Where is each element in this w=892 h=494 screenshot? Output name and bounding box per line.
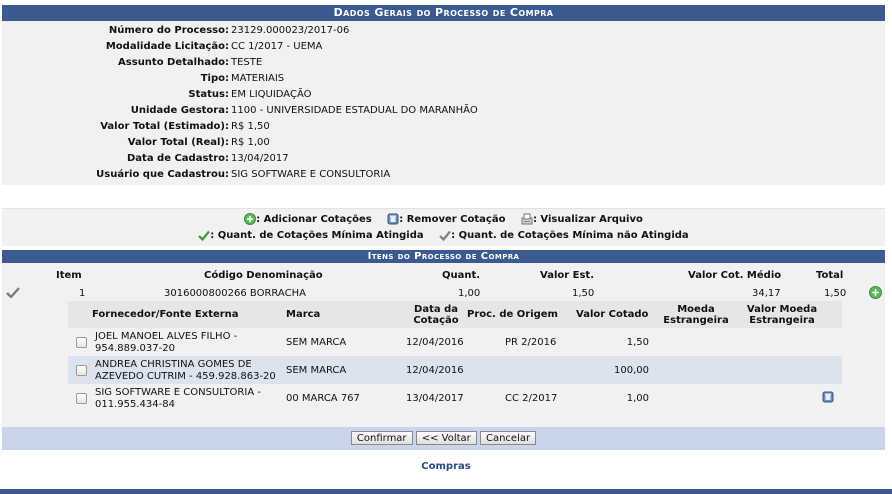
field-modalidade: Modalidade Licitação: CC 1/2017 - UEMA <box>105 41 323 52</box>
col-marca: Marca <box>286 309 321 320</box>
table-row: JOEL MANOEL ALVES FILHO - 954.889.037-20… <box>68 328 842 356</box>
legend-visualizar: : Visualizar Arquivo <box>521 212 643 228</box>
field-status: Status: EM LIQUIDAÇÃO <box>188 89 312 100</box>
col-item: Item <box>56 270 82 281</box>
dados-gerais-panel: Dados Gerais do Processo de Compra Númer… <box>2 5 885 185</box>
item-valor-est: 1,50 <box>572 288 595 299</box>
legend-panel: : Adicionar Cotações : Remover Cotação :… <box>2 208 885 246</box>
marca-cell: SEM MARCA <box>286 337 347 348</box>
col-valor-moeda: Valor Moeda Estrangeira <box>746 304 818 326</box>
table-row: ANDREA CHRISTINA GOMES DE AZEVEDO CUTRIM… <box>68 356 842 384</box>
data-cell: 12/04/2016 <box>406 365 464 376</box>
cotacoes-header: Fornecedor/Fonte Externa Marca Data da C… <box>68 301 842 328</box>
dados-gerais-title: Dados Gerais do Processo de Compra <box>2 5 885 21</box>
col-moeda: Moeda Estrangeira <box>663 304 729 326</box>
field-data-cadastro: Data de Cadastro: 13/04/2017 <box>126 153 289 164</box>
proc-cell: PR 2/2016 <box>505 337 557 348</box>
itens-panel: Itens do Processo de Compra Item Código … <box>2 250 885 450</box>
check-green-icon <box>198 230 211 241</box>
legend-minima-atingida: : Quant. de Cotações Mínima Atingida <box>198 228 424 244</box>
item-quant: 1,00 <box>458 288 481 299</box>
valor-cell: 1,50 <box>626 337 649 348</box>
marca-cell: 00 MARCA 767 <box>286 393 360 404</box>
select-checkbox[interactable] <box>76 365 87 376</box>
proc-cell: CC 2/2017 <box>505 393 558 404</box>
item-codigo: 3016000800266 BORRACHA <box>164 288 306 299</box>
field-unidade-gestora: Unidade Gestora: 1100 - UNIVERSIDADE ESTA… <box>130 105 478 116</box>
field-assunto: Assunto Detalhado: TESTE <box>118 57 263 68</box>
col-fornecedor: Fornecedor/Fonte Externa <box>92 309 239 320</box>
item-valor-cot-medio: 34,17 <box>752 288 781 299</box>
itens-title: Itens do Processo de Compra <box>2 250 885 263</box>
select-checkbox[interactable] <box>76 393 87 404</box>
col-total: Total <box>816 270 844 281</box>
fornecedor-cell: SIG SOFTWARE E CONSULTORIA - 011.955.434… <box>95 387 261 410</box>
add-cotacao-icon[interactable] <box>869 286 882 299</box>
select-checkbox[interactable] <box>76 337 87 348</box>
remove-cotacao-icon[interactable] <box>822 391 834 403</box>
field-valor-real: Valor Total (Real): R$ 1,00 <box>127 137 270 148</box>
add-icon <box>244 213 257 225</box>
valor-cell: 1,00 <box>626 393 649 404</box>
item-number: 1 <box>79 288 86 299</box>
cotacoes-table: Fornecedor/Fonte Externa Marca Data da C… <box>68 301 842 437</box>
item-total: 1,50 <box>824 288 847 299</box>
marca-cell: SEM MARCA <box>286 365 347 376</box>
button-bar: Confirmar << Voltar Cancelar <box>2 427 885 450</box>
voltar-button[interactable]: << Voltar <box>415 431 477 445</box>
field-usuario: Usuário que Cadastrou: SIG SOFTWARE E CON… <box>96 169 391 180</box>
col-proc: Proc. de Origem <box>467 309 558 320</box>
col-valor-est: Valor Est. <box>540 270 595 281</box>
field-numero-processo: Número do Processo: 23129.000023/2017-06 <box>108 25 350 36</box>
col-valor-cotado: Valor Cotado <box>576 309 649 320</box>
confirmar-button[interactable]: Confirmar <box>350 431 413 445</box>
check-gray-icon <box>439 230 451 241</box>
data-cell: 12/04/2016 <box>406 337 464 348</box>
remove-icon <box>387 213 399 225</box>
legend-minima-nao-atingida: : Quant. de Cotações Mínima não Atingida <box>439 228 689 244</box>
fornecedor-cell: JOEL MANOEL ALVES FILHO - 954.889.037-20 <box>95 331 238 354</box>
compras-link[interactable]: Compras <box>0 461 892 472</box>
valor-cell: 100,00 <box>614 365 649 376</box>
bottom-strip <box>0 489 892 494</box>
fornecedor-cell: ANDREA CHRISTINA GOMES DE AZEVEDO CUTRIM… <box>95 359 276 382</box>
field-tipo: Tipo: MATERIAIS <box>200 73 285 84</box>
view-file-icon <box>521 213 533 225</box>
cancelar-button[interactable]: Cancelar <box>479 431 537 445</box>
table-row: SIG SOFTWARE E CONSULTORIA - 011.955.434… <box>68 384 842 412</box>
col-data: Data da Cotação <box>413 304 459 326</box>
check-gray-icon <box>6 287 20 298</box>
col-codigo: Código Denominação <box>204 270 323 281</box>
legend-adicionar: : Adicionar Cotações <box>244 212 372 228</box>
legend-remover: : Remover Cotação <box>387 212 505 228</box>
data-cell: 13/04/2017 <box>406 393 464 404</box>
field-valor-estimado: Valor Total (Estimado): R$ 1,50 <box>100 121 270 132</box>
col-quant: Quant. <box>442 270 481 281</box>
col-valor-cot-medio: Valor Cot. Médio <box>688 270 782 281</box>
